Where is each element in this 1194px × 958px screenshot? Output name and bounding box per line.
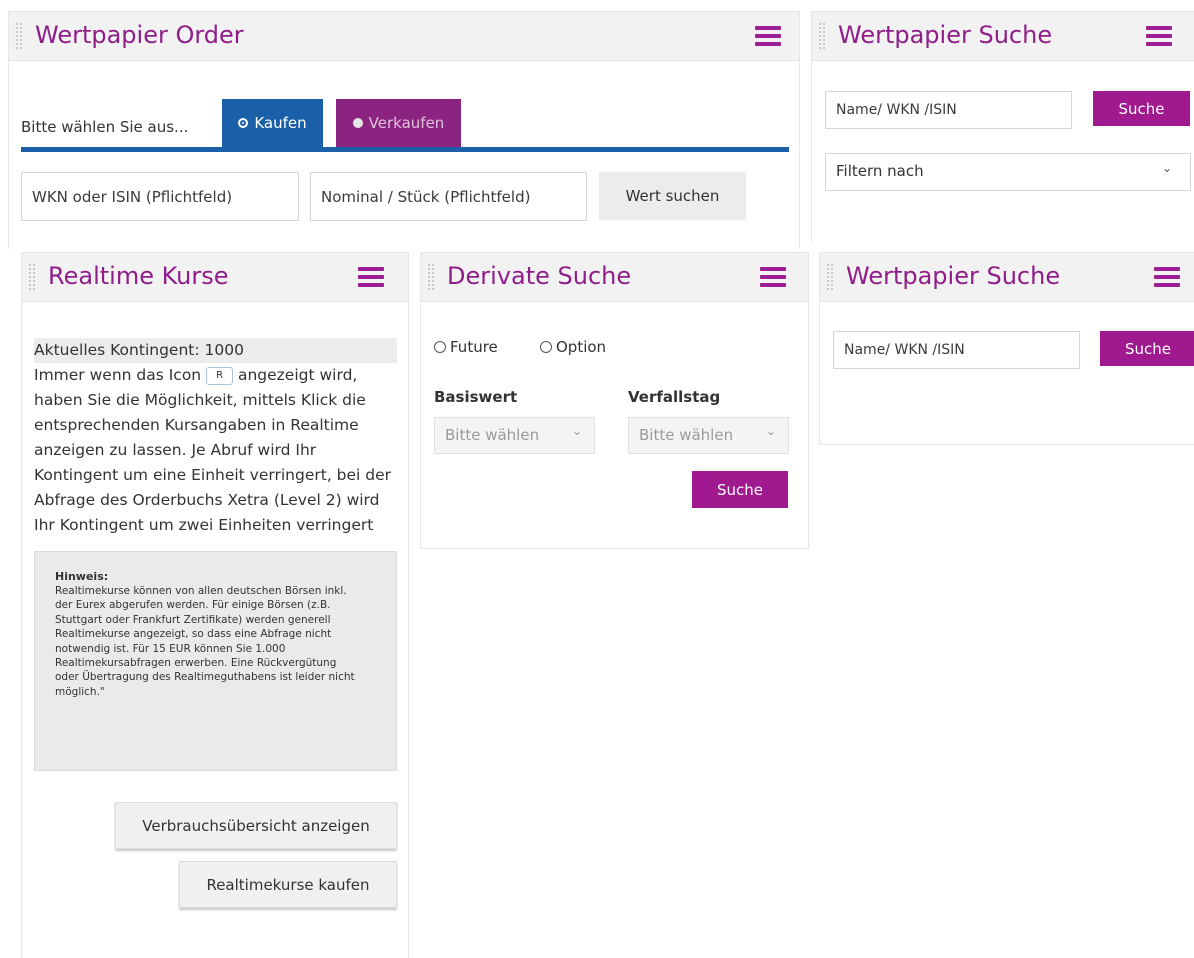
radio-selected-icon	[238, 118, 249, 128]
realtime-title: Realtime Kurse	[48, 262, 229, 290]
security-search-title: Wertpapier Suche	[838, 21, 1053, 49]
realtime-info-text: Immer wenn das Icon R angezeigt wird, ha…	[34, 363, 400, 538]
contingent-text: Aktuelles Kontingent: 1000	[34, 341, 244, 359]
order-widget: Wertpapier Order Bitte wählen Sie aus...…	[8, 11, 800, 249]
filter-dropdown-label: Filtern nach	[836, 162, 924, 180]
basiswert-select[interactable]: Bitte wählen ⌄	[434, 417, 595, 454]
menu-icon[interactable]	[755, 26, 781, 46]
derivatives-header: Derivate Suche	[421, 253, 808, 302]
drag-handle-icon[interactable]	[826, 263, 834, 291]
chevron-down-icon: ⌄	[1161, 161, 1172, 175]
filter-dropdown[interactable]: Filtern nach ⌄	[825, 153, 1191, 191]
radio-icon	[540, 341, 552, 353]
menu-icon[interactable]	[760, 267, 786, 287]
security-search-button[interactable]: Suche	[1093, 91, 1190, 126]
chevron-down-icon: ⌄	[765, 424, 776, 438]
nominal-input[interactable]	[310, 172, 587, 221]
info-text-end: angezeigt wird, haben Sie die Möglichkei…	[34, 366, 392, 534]
chevron-down-icon: ⌄	[571, 424, 582, 438]
order-widget-title: Wertpapier Order	[35, 21, 244, 49]
note-title: Hinweis:	[55, 570, 109, 583]
tab-underline	[21, 147, 789, 152]
wkn-isin-input[interactable]	[21, 172, 299, 221]
drag-handle-icon[interactable]	[28, 263, 36, 291]
usage-overview-button[interactable]: Verbrauchsübersicht anzeigen	[115, 802, 397, 849]
sell-tab-label: Verkaufen	[368, 114, 445, 132]
security-search-title: Wertpapier Suche	[846, 262, 1061, 290]
verfallstag-label: Verfallstag	[628, 388, 721, 406]
menu-icon[interactable]	[1154, 267, 1180, 287]
info-text-start: Immer wenn das Icon	[34, 366, 202, 384]
security-search-widget-bottom: Wertpapier Suche Suche	[819, 252, 1194, 445]
note-text: Realtimekurse können von allen deutschen…	[55, 585, 355, 698]
buy-realtime-quotes-button[interactable]: Realtimekurse kaufen	[179, 861, 397, 908]
security-search-input[interactable]	[833, 331, 1080, 369]
order-widget-header: Wertpapier Order	[9, 12, 799, 61]
drag-handle-icon[interactable]	[818, 22, 826, 50]
option-radio-label: Option	[556, 338, 607, 356]
menu-icon[interactable]	[1146, 26, 1172, 46]
contingent-bar: Aktuelles Kontingent: 1000	[34, 338, 397, 363]
value-search-button[interactable]: Wert suchen	[599, 172, 746, 220]
realtime-header: Realtime Kurse	[22, 253, 408, 302]
verfallstag-select-value: Bitte wählen	[639, 426, 734, 444]
drag-handle-icon[interactable]	[15, 22, 23, 50]
security-search-input[interactable]	[825, 91, 1072, 129]
derivatives-title: Derivate Suche	[447, 262, 632, 290]
drag-handle-icon[interactable]	[427, 263, 435, 291]
future-radio[interactable]: Future	[434, 338, 498, 356]
order-prompt: Bitte wählen Sie aus...	[21, 118, 189, 136]
verfallstag-select[interactable]: Bitte wählen ⌄	[628, 417, 789, 454]
realtime-r-icon: R	[206, 367, 234, 385]
basiswert-label: Basiswert	[434, 388, 518, 406]
future-radio-label: Future	[450, 338, 498, 356]
note-box: Hinweis: Realtimekurse können von allen …	[34, 551, 397, 771]
sell-tab[interactable]: Verkaufen	[336, 99, 461, 147]
security-search-widget-top: Wertpapier Suche Suche Filtern nach ⌄	[811, 11, 1194, 243]
realtime-quotes-widget: Realtime Kurse Aktuelles Kontingent: 100…	[21, 252, 409, 958]
security-search-button[interactable]: Suche	[1100, 331, 1194, 366]
option-radio[interactable]: Option	[540, 338, 606, 356]
security-search-header: Wertpapier Suche	[820, 253, 1194, 302]
basiswert-select-value: Bitte wählen	[445, 426, 540, 444]
buy-tab[interactable]: Kaufen	[222, 99, 323, 147]
security-search-header: Wertpapier Suche	[812, 12, 1194, 61]
menu-icon[interactable]	[358, 267, 384, 287]
derivatives-search-button[interactable]: Suche	[692, 471, 788, 508]
radio-unselected-icon	[352, 118, 363, 128]
derivatives-search-widget: Derivate Suche Future Option Basiswert V…	[420, 252, 809, 549]
radio-icon	[434, 341, 446, 353]
buy-tab-label: Kaufen	[254, 114, 307, 132]
